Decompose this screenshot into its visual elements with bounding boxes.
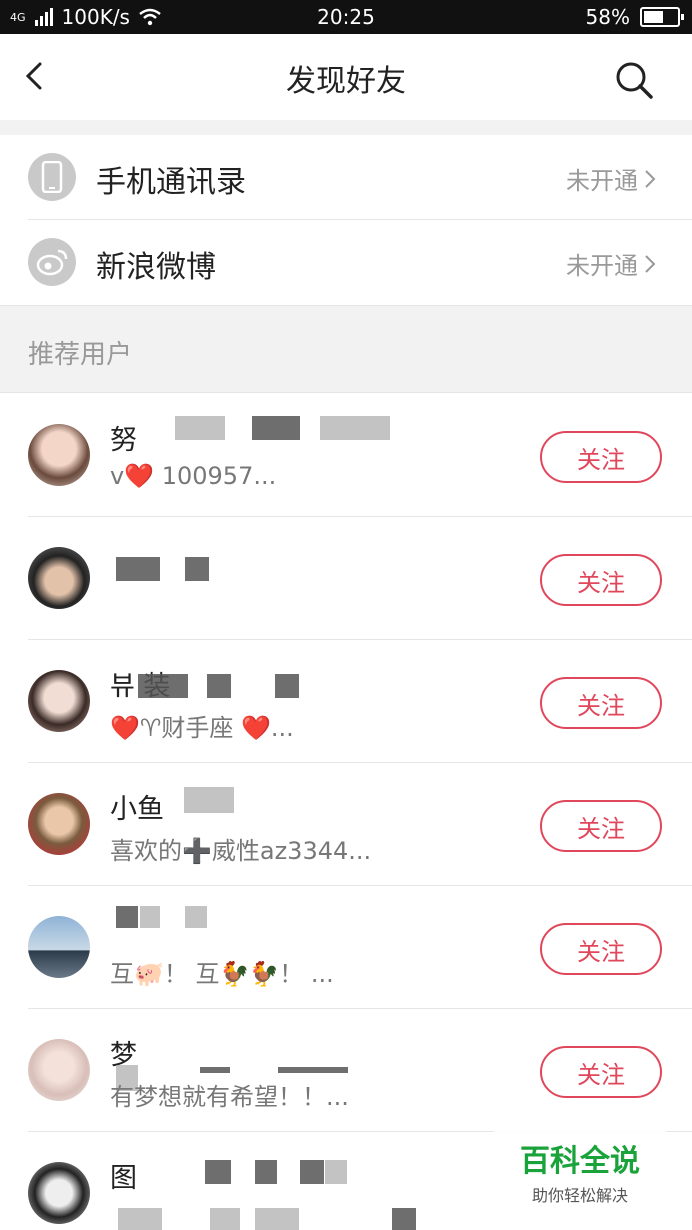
section-header: 推荐用户 [0, 305, 692, 393]
user-name: 图 [110, 1163, 137, 1194]
watermark-subtitle: 助你轻松解决 [531, 1186, 628, 1205]
redaction [392, 1208, 416, 1230]
watermark-title: 百科全说 [520, 1144, 640, 1179]
nav-bar: 发现好友 [0, 34, 692, 120]
user-bio: 互🐖！ 互🐓🐓！ ... [110, 960, 334, 988]
weibo-icon [28, 238, 76, 286]
entry-state-text: 未开通 [566, 252, 638, 280]
entry-label: 新浪微博 [96, 250, 216, 285]
follow-button[interactable]: 关注 [540, 431, 662, 483]
redaction [252, 416, 300, 440]
page-title: 发现好友 [286, 64, 406, 99]
avatar[interactable] [28, 547, 90, 609]
entry-state-text: 未开通 [566, 167, 638, 195]
section-title: 推荐用户 [28, 340, 133, 370]
redaction [138, 674, 188, 698]
redaction [255, 1208, 299, 1230]
user-row[interactable]: 뷰 装 ❤️♈财手座 ❤️... 关注 [0, 640, 692, 763]
watermark: 百科全说 助你轻松解决 [494, 1126, 666, 1206]
user-row[interactable]: 互🐖！ 互🐓🐓！ ... 关注 [0, 886, 692, 1009]
chevron-right-icon [645, 254, 656, 273]
follow-button[interactable]: 关注 [540, 800, 662, 852]
avatar[interactable] [28, 793, 90, 855]
entry-label: 手机通讯录 [96, 165, 246, 200]
follow-button[interactable]: 关注 [540, 554, 662, 606]
user-bio: 有梦想就有希望！！... [110, 1083, 349, 1111]
battery-level [644, 11, 663, 23]
redaction [255, 1160, 277, 1184]
user-name: 小鱼 [110, 794, 164, 825]
follow-button[interactable]: 关注 [540, 1046, 662, 1098]
avatar[interactable] [28, 1162, 90, 1224]
redaction [278, 1067, 348, 1073]
redaction [118, 1208, 162, 1230]
redaction [116, 557, 160, 581]
redaction [300, 1160, 324, 1184]
entry-state: 未开通 [566, 246, 656, 281]
redaction [185, 557, 209, 581]
user-bio: v❤️ 100957... [110, 462, 277, 490]
entry-state: 未开通 [566, 161, 656, 196]
avatar[interactable] [28, 916, 90, 978]
user-row[interactable]: 努 v❤️ 100957... 关注 [0, 394, 692, 517]
redaction [140, 906, 160, 928]
redaction [210, 1208, 240, 1230]
redaction [205, 1160, 231, 1184]
redaction [185, 906, 207, 928]
entry-sina-weibo[interactable]: 新浪微博 未开通 [0, 220, 692, 304]
follow-button[interactable]: 关注 [540, 923, 662, 975]
status-bar: 4G 100K/s 20:25 58% [0, 0, 692, 34]
search-icon[interactable] [612, 58, 656, 102]
redaction [325, 1160, 347, 1184]
follow-button[interactable]: 关注 [540, 677, 662, 729]
entry-phone-contacts[interactable]: 手机通讯录 未开通 [0, 135, 692, 219]
chevron-right-icon [645, 169, 656, 188]
battery-percent: 58% [585, 5, 630, 29]
redaction [207, 674, 231, 698]
redaction [200, 1067, 230, 1073]
user-name: 努 [110, 425, 137, 456]
phone-icon [28, 153, 76, 201]
redaction [116, 906, 138, 928]
user-bio: 喜欢的➕威性az3344... [110, 837, 372, 865]
redaction [275, 674, 299, 698]
user-row[interactable]: 关注 [0, 517, 692, 640]
user-row[interactable]: 小鱼 喜欢的➕威性az3344... 关注 [0, 763, 692, 886]
avatar[interactable] [28, 1039, 90, 1101]
redaction [320, 416, 390, 440]
avatar[interactable] [28, 670, 90, 732]
redaction [175, 416, 225, 440]
user-row[interactable]: 梦 有梦想就有希望！！... 关注 [0, 1009, 692, 1132]
spacer [0, 120, 692, 135]
user-bio: ❤️♈财手座 ❤️... [110, 714, 294, 742]
battery-icon [640, 7, 684, 27]
redaction [184, 787, 234, 813]
avatar[interactable] [28, 424, 90, 486]
